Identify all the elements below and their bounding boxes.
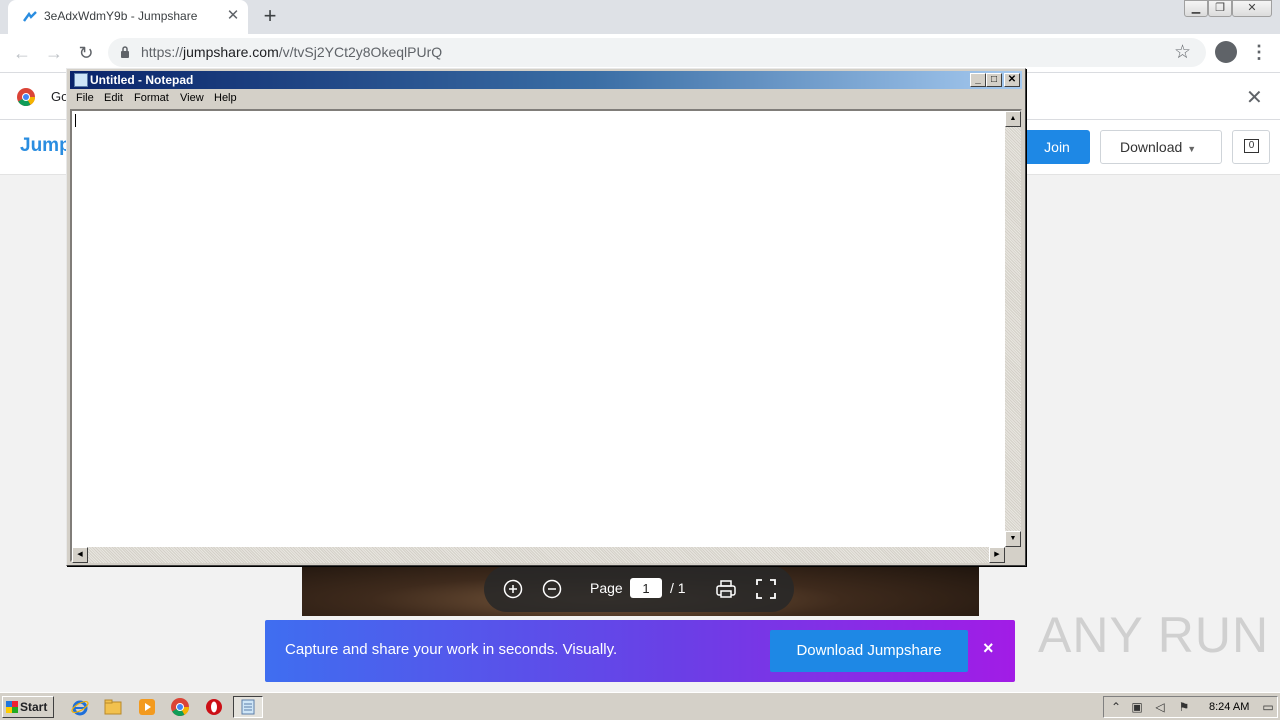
url-path: /v/tvSj2YCt2y8OkeqlPUrQ bbox=[278, 44, 443, 60]
menu-edit[interactable]: Edit bbox=[104, 92, 123, 104]
infobar-close-icon[interactable]: ✕ bbox=[1246, 85, 1263, 110]
opera-icon[interactable] bbox=[204, 697, 224, 717]
download-jumpshare-button[interactable]: Download Jumpshare bbox=[770, 630, 968, 672]
horizontal-scrollbar[interactable]: ◀ ▶ bbox=[72, 547, 1005, 563]
notepad-icon bbox=[74, 73, 88, 87]
menu-view[interactable]: View bbox=[180, 92, 204, 104]
notepad-close-button[interactable]: ✕ bbox=[1004, 73, 1020, 87]
windows-logo-icon bbox=[6, 701, 18, 713]
action-center-flag-icon[interactable]: ⚑ bbox=[1177, 700, 1191, 714]
chrome-logo-icon bbox=[17, 88, 35, 106]
clock[interactable]: 8:24 AM bbox=[1209, 701, 1249, 713]
address-bar[interactable]: https://jumpshare.com/v/tvSj2YCt2y8Okeql… bbox=[108, 38, 1206, 67]
promo-banner: Capture and share your work in seconds. … bbox=[265, 620, 1015, 682]
promo-text: Capture and share your work in seconds. … bbox=[285, 641, 618, 658]
page-number-input[interactable] bbox=[630, 578, 662, 598]
scroll-down-icon[interactable]: ▼ bbox=[1005, 531, 1021, 547]
browser-toolbar: ← → ↻ https://jumpshare.com/v/tvSj2YCt2y… bbox=[0, 34, 1280, 72]
join-button[interactable]: Join bbox=[1024, 130, 1090, 164]
fullscreen-icon[interactable] bbox=[754, 577, 778, 601]
reload-button[interactable]: ↻ bbox=[74, 41, 98, 65]
notepad-title: Untitled - Notepad bbox=[90, 73, 194, 87]
file-explorer-icon[interactable] bbox=[103, 697, 123, 717]
restore-button[interactable]: ❐ bbox=[1208, 0, 1232, 17]
notepad-text-area[interactable]: ▲ ▼ ◀ ▶ bbox=[70, 109, 1022, 563]
start-button[interactable]: Start bbox=[2, 696, 54, 718]
menu-file[interactable]: File bbox=[76, 92, 94, 104]
notepad-maximize-button[interactable]: □ bbox=[986, 73, 1002, 87]
volume-icon[interactable]: ◁ bbox=[1153, 700, 1167, 714]
chrome-menu-icon[interactable]: ⋮ bbox=[1250, 42, 1268, 62]
scroll-right-icon[interactable]: ▶ bbox=[989, 547, 1005, 563]
browser-tab[interactable]: 3eAdxWdmY9b - Jumpshare ✕ bbox=[8, 0, 248, 34]
url-host: jumpshare.com bbox=[183, 44, 279, 60]
close-window-button[interactable]: ✕ bbox=[1232, 0, 1272, 17]
site-logo[interactable]: Jump bbox=[20, 135, 71, 157]
notepad-menubar: File Edit Format View Help bbox=[70, 90, 1022, 108]
url-text: https://jumpshare.com/v/tvSj2YCt2y8Okeql… bbox=[141, 44, 442, 60]
promo-close-icon[interactable]: × bbox=[983, 638, 994, 659]
scroll-left-icon[interactable]: ◀ bbox=[72, 547, 88, 563]
url-prefix: https:// bbox=[141, 44, 184, 60]
notepad-titlebar[interactable]: Untitled - Notepad _ □ ✕ bbox=[70, 71, 1022, 89]
download-label: Download bbox=[1120, 139, 1183, 155]
show-desktop-icon[interactable]: ▭ bbox=[1261, 700, 1275, 714]
zoom-out-icon[interactable] bbox=[540, 577, 564, 601]
menu-help[interactable]: Help bbox=[214, 92, 237, 104]
profile-icon[interactable] bbox=[1215, 41, 1237, 63]
zoom-in-icon[interactable] bbox=[501, 577, 525, 601]
text-cursor bbox=[75, 114, 76, 127]
lock-icon bbox=[121, 46, 129, 58]
scroll-up-icon[interactable]: ▲ bbox=[1005, 111, 1021, 127]
media-player-icon[interactable] bbox=[137, 697, 157, 717]
system-tray: ⌃ ▣ ◁ ⚑ 8:24 AM ▭ bbox=[1103, 696, 1278, 718]
taskbar: Start ⌃ ▣ ◁ ⚑ 8:24 AM ▭ bbox=[0, 692, 1280, 720]
notepad-taskbar-button[interactable] bbox=[233, 696, 263, 718]
new-tab-button[interactable]: + bbox=[258, 5, 282, 29]
page-total: / 1 bbox=[670, 580, 686, 596]
tab-strip: 3eAdxWdmY9b - Jumpshare ✕ + ▁ ❐ ✕ bbox=[0, 0, 1280, 34]
caret-down-icon: ▼ bbox=[1187, 144, 1197, 154]
print-icon[interactable] bbox=[714, 577, 738, 601]
bookmark-star-icon[interactable]: ☆ bbox=[1174, 41, 1191, 64]
download-button[interactable]: Download ▼ bbox=[1100, 130, 1222, 164]
minimize-button[interactable]: ▁ bbox=[1184, 0, 1208, 17]
jumpshare-favicon-icon bbox=[23, 11, 37, 22]
tab-title: 3eAdxWdmY9b - Jumpshare bbox=[44, 9, 198, 23]
forward-button[interactable]: → bbox=[42, 41, 66, 65]
notepad-window: Untitled - Notepad _ □ ✕ File Edit Forma… bbox=[66, 68, 1026, 566]
anyrun-watermark: ANY RUN bbox=[1038, 607, 1270, 663]
menu-format[interactable]: Format bbox=[134, 92, 169, 104]
pdf-toolbar: Page / 1 bbox=[484, 566, 794, 612]
tab-close-icon[interactable]: ✕ bbox=[224, 7, 242, 25]
start-label: Start bbox=[20, 700, 48, 714]
comments-count: 0 bbox=[1244, 139, 1259, 153]
vertical-scrollbar[interactable]: ▲ ▼ bbox=[1005, 111, 1021, 547]
network-icon[interactable]: ▣ bbox=[1130, 700, 1144, 714]
page-label: Page bbox=[590, 580, 623, 596]
back-button[interactable]: ← bbox=[10, 41, 34, 65]
resize-grip-icon[interactable] bbox=[1005, 547, 1021, 563]
tray-expand-icon[interactable]: ⌃ bbox=[1109, 700, 1123, 714]
notepad-taskbar-icon bbox=[241, 699, 255, 715]
comments-button[interactable]: 0 bbox=[1232, 130, 1270, 164]
internet-explorer-icon[interactable] bbox=[70, 697, 90, 717]
chrome-taskbar-icon[interactable] bbox=[170, 697, 190, 717]
notepad-minimize-button[interactable]: _ bbox=[970, 73, 986, 87]
